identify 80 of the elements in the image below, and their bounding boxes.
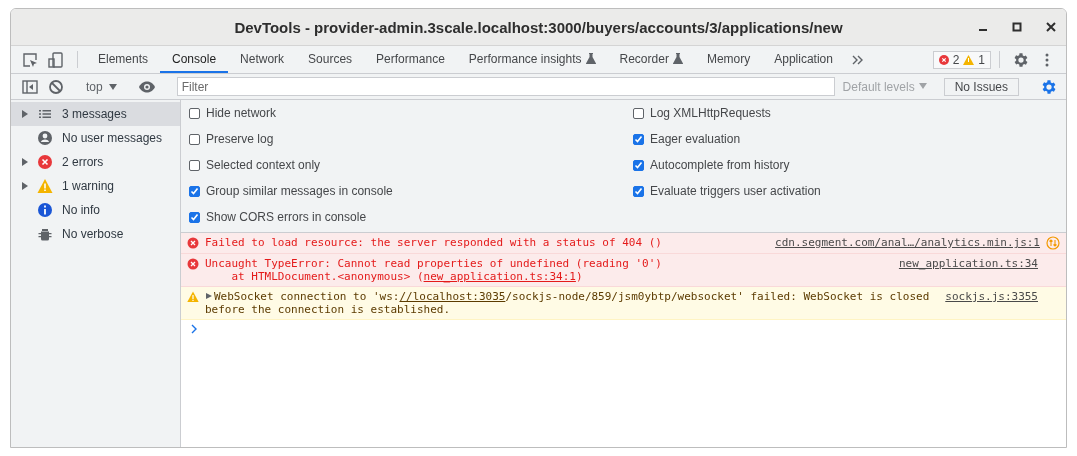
prompt-icon [189, 324, 199, 334]
warning-icon [37, 178, 53, 194]
checkbox[interactable] [189, 107, 200, 119]
source-link[interactable]: //localhost:3035 [399, 290, 506, 303]
checkbox[interactable] [189, 211, 200, 223]
panel-tab[interactable]: Recorder [607, 46, 695, 73]
inspect-icon[interactable] [21, 50, 39, 69]
checkbox-label: Evaluate triggers user activation [650, 184, 821, 198]
panel-tab[interactable]: Performance insights [456, 46, 608, 73]
warning-icon [963, 54, 975, 65]
window-title: DevTools - provider-admin.3scale.localhost:3000/buyers/accounts/3/applications/new [234, 18, 843, 36]
message-text: Uncaught TypeError: Cannot read properties of undefined (reading '0') [205, 257, 663, 270]
checkbox-label: Log XMLHttpRequests [650, 106, 771, 120]
panel-tab[interactable]: Network [228, 46, 297, 73]
clear-console-icon[interactable] [47, 77, 65, 96]
sidebar-label: No user messages [62, 131, 163, 145]
checkbox-label: Hide network [206, 106, 277, 120]
device-icon[interactable] [47, 50, 65, 69]
error-icon [37, 154, 53, 170]
checkbox-label: Group similar messages in console [206, 184, 393, 198]
sidebar-label: 1 warning [62, 179, 115, 193]
message-text: Failed to load resource: the server responded with a status of 404 () [205, 236, 663, 249]
checkbox[interactable] [189, 159, 200, 171]
checkbox[interactable] [633, 133, 644, 145]
settings-icon[interactable] [1040, 77, 1058, 96]
sidebar-label: No verbose [62, 227, 124, 241]
message-text: WebSocket connection to 'ws://localhost:3035/sockjs-node/859/jsm0ybtp/websocket' failed: WebSocket is closed before the connection is established. [205, 290, 931, 316]
sidebar-item[interactable]: 1 warning [11, 174, 180, 198]
close-icon[interactable] [1044, 20, 1058, 34]
panel-tab[interactable]: Sources [296, 46, 365, 73]
panel-tab[interactable]: Memory [694, 46, 763, 73]
checkbox-label: Show CORS errors in console [206, 210, 367, 224]
dropdown-icon [108, 83, 117, 90]
sidebar-label: No info [62, 203, 101, 217]
user-icon [37, 130, 53, 146]
sidebar-item[interactable]: No user messages [11, 126, 180, 150]
error-icon [187, 237, 199, 249]
expand-icon[interactable] [21, 182, 29, 190]
filter-field[interactable]: Filter [176, 77, 835, 96]
flask-icon [672, 53, 683, 64]
checkbox[interactable] [633, 159, 644, 171]
sidebar-item[interactable]: 2 errors [11, 150, 180, 174]
settings-icon[interactable] [1012, 50, 1030, 69]
checkbox-label: Selected context only [206, 158, 321, 172]
issue-counts[interactable]: 2 1 [932, 50, 991, 69]
source-link[interactable]: new_application.ts:34 [898, 257, 1038, 270]
sidebar-label: 3 messages [62, 107, 127, 121]
info-icon [37, 202, 53, 218]
error-icon [938, 54, 949, 65]
context-selector[interactable]: top [86, 79, 117, 94]
expand-icon[interactable] [21, 158, 29, 166]
checkbox[interactable] [633, 107, 644, 119]
panel-tab[interactable]: Elements [86, 46, 161, 73]
source-link[interactable]: sockjs.js:3355 [945, 290, 1038, 303]
sidebar-item[interactable]: 3 messages [11, 102, 180, 126]
checkbox-label: Eager evaluation [650, 132, 741, 146]
expand-icon[interactable] [21, 110, 29, 118]
maximize-icon[interactable] [1010, 20, 1024, 34]
checkbox-label: Preserve log [206, 132, 274, 146]
checkbox[interactable] [633, 185, 644, 197]
sidebar-item[interactable]: No info [11, 198, 180, 222]
sidebar-label: 2 errors [62, 155, 104, 169]
panel-tab[interactable]: Application [762, 46, 845, 73]
issues-button[interactable]: No Issues [943, 77, 1019, 96]
sidebar-item[interactable]: No verbose [11, 222, 180, 246]
error-icon [187, 258, 199, 270]
source-link[interactable]: new_application.ts:34:1 [423, 270, 576, 283]
message-text: at HTMLDocument.<anonymous> (new_application.ts:34:1) [230, 270, 584, 283]
panel-tab[interactable]: Performance [364, 46, 457, 73]
warning-count: 1 [978, 52, 985, 67]
warning-icon [187, 291, 199, 303]
source-link[interactable]: cdn.segment.com/anal…/analytics.min.js:1 [775, 236, 1040, 249]
expand-icon[interactable] [205, 292, 213, 300]
sidebar-toggle-icon[interactable] [21, 77, 39, 96]
flask-icon [585, 53, 596, 64]
error-count: 2 [952, 52, 960, 67]
checkbox[interactable] [189, 185, 200, 197]
checkbox[interactable] [189, 133, 200, 145]
bug-icon [37, 226, 53, 242]
checkbox-label: Autocomplete from history [650, 158, 790, 172]
